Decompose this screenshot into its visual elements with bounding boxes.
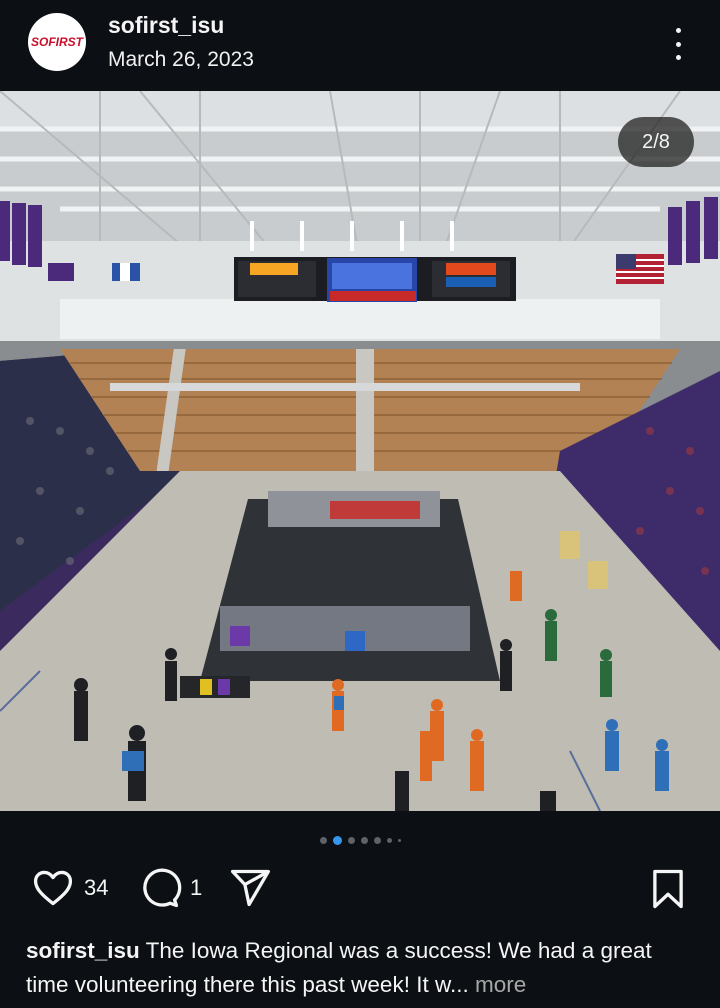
carousel-dot	[347, 836, 355, 844]
carousel-dot	[319, 836, 327, 844]
caption-username[interactable]: sofirst_isu	[26, 938, 140, 963]
save-button[interactable]	[650, 868, 686, 915]
post-caption: sofirst_isu The Iowa Regional was a succ…	[26, 934, 696, 1002]
share-button[interactable]	[228, 866, 272, 910]
caption-more-link[interactable]: more	[469, 972, 526, 997]
avatar[interactable]: SOFIRST	[28, 13, 86, 71]
like-count: 34	[84, 875, 109, 900]
carousel-counter: 2/8	[618, 117, 694, 167]
comment-button[interactable]: 1	[136, 866, 202, 910]
share-icon	[230, 869, 270, 907]
carousel-dot-active	[332, 835, 342, 845]
more-options-icon[interactable]	[664, 26, 692, 62]
post-date: March 26, 2023	[108, 48, 254, 71]
action-bar: 34 1	[0, 866, 720, 916]
comment-icon	[143, 868, 182, 908]
comment-count: 1	[190, 875, 203, 900]
like-button[interactable]: 34	[30, 866, 108, 910]
post-photo[interactable]: 2/8	[0, 91, 720, 811]
post-username[interactable]: sofirst_isu	[108, 12, 224, 39]
avatar-logo-text: SOFIRST	[30, 35, 83, 49]
heart-icon	[33, 870, 73, 906]
carousel-dots	[0, 834, 720, 846]
carousel-dot	[373, 836, 381, 844]
post-header: SOFIRST sofirst_isu March 26, 2023	[0, 0, 720, 90]
carousel-dot	[360, 836, 368, 844]
arena-image	[0, 91, 720, 811]
carousel-dot	[397, 838, 401, 842]
carousel-dot	[386, 837, 392, 843]
bookmark-icon	[653, 869, 683, 909]
